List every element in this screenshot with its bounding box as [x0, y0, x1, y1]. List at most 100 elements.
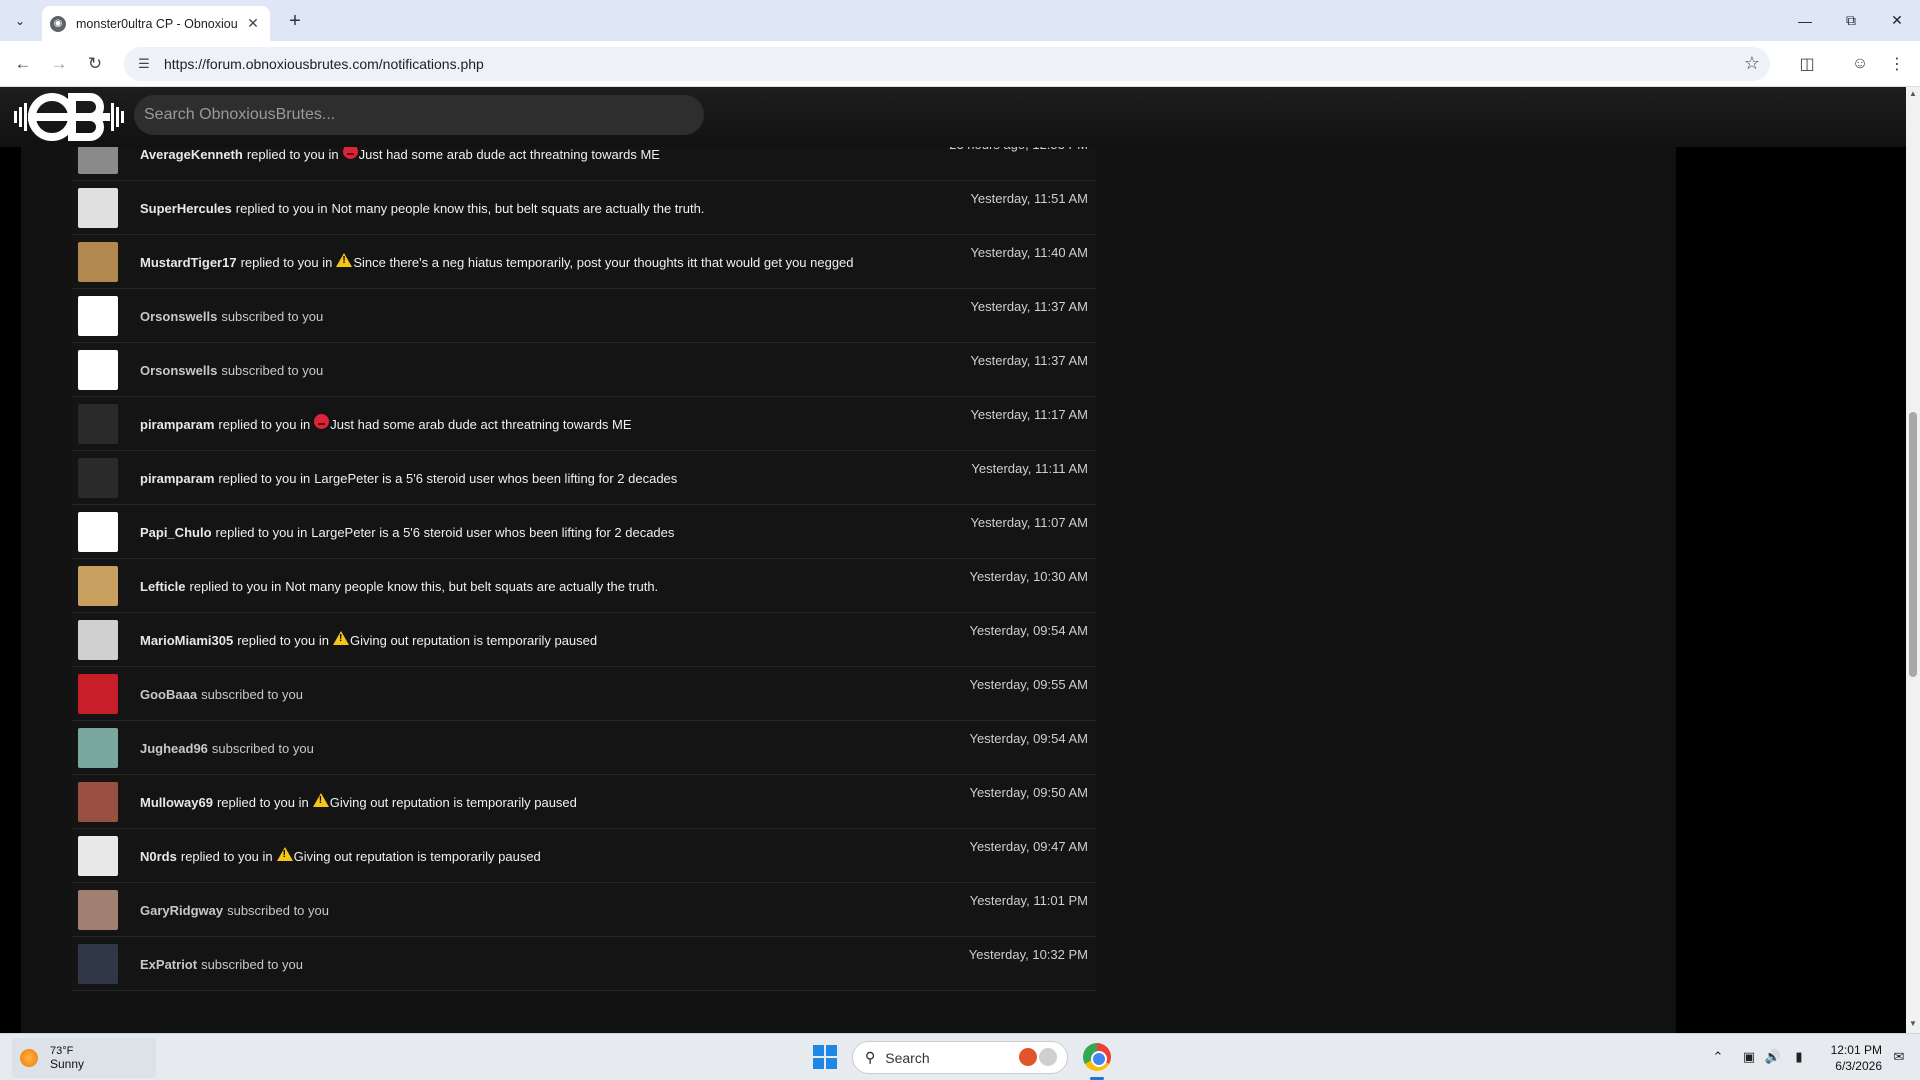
user-avatar[interactable]: [78, 944, 118, 984]
battery-icon[interactable]: ▮: [1790, 1048, 1808, 1066]
notification-thread-link[interactable]: Since there's a neg hiatus temporarily, …: [353, 255, 853, 270]
minimize-icon[interactable]: —: [1782, 0, 1828, 41]
notification-username[interactable]: Papi_Chulo: [140, 525, 212, 540]
menu-kebab-icon[interactable]: ⋮: [1886, 53, 1908, 75]
notification-username[interactable]: Mulloway69: [140, 795, 213, 810]
site-info-icon[interactable]: ☰: [130, 50, 158, 78]
notification-row[interactable]: N0rdsreplied to you in Giving out reputat…: [72, 829, 1096, 883]
extensions-icon[interactable]: ◫: [1796, 53, 1818, 75]
notification-timestamp: 23 hours ago, 12:53 PM: [949, 147, 1088, 152]
notification-text: Mulloway69replied to you in Giving out re…: [140, 775, 577, 829]
forward-icon[interactable]: →: [47, 52, 71, 76]
notification-username[interactable]: GaryRidgway: [140, 903, 223, 918]
user-avatar[interactable]: [78, 242, 118, 282]
address-bar[interactable]: ☰ https://forum.obnoxiousbrutes.com/noti…: [124, 47, 1770, 81]
user-avatar[interactable]: [78, 350, 118, 390]
user-avatar[interactable]: [78, 404, 118, 444]
notification-row[interactable]: MustardTiger17replied to you in Since the…: [72, 235, 1096, 289]
notification-username[interactable]: GooBaaa: [140, 687, 197, 702]
notification-username[interactable]: Lefticle: [140, 579, 186, 594]
site-logo[interactable]: [14, 93, 124, 141]
notification-username[interactable]: piramparam: [140, 471, 214, 486]
notification-row[interactable]: Jughead96 subscribed to you Yesterday, 09:…: [72, 721, 1096, 775]
windows-start-icon[interactable]: [813, 1045, 837, 1069]
user-avatar[interactable]: [78, 890, 118, 930]
notification-row[interactable]: Mulloway69replied to you in Giving out re…: [72, 775, 1096, 829]
site-search-input[interactable]: [134, 95, 704, 135]
notification-row[interactable]: Orsonswells subscribed to you Yesterday, 1…: [72, 343, 1096, 397]
notification-thread-link[interactable]: Giving out reputation is temporarily pau…: [350, 633, 597, 648]
close-window-icon[interactable]: ✕: [1874, 0, 1920, 41]
network-icon[interactable]: ▣: [1740, 1048, 1758, 1066]
user-avatar[interactable]: [78, 836, 118, 876]
reload-icon[interactable]: ↻: [83, 52, 107, 76]
user-avatar[interactable]: [78, 188, 118, 228]
notification-row[interactable]: MarioMiami305 replied to you in Giving out…: [72, 613, 1096, 667]
notification-row[interactable]: ExPatriot subscribed to you Yesterday, 10:…: [72, 937, 1096, 991]
notification-thread-link[interactable]: Giving out reputation is temporarily pau…: [330, 795, 577, 810]
user-avatar[interactable]: [78, 674, 118, 714]
notification-username[interactable]: N0rds: [140, 849, 177, 864]
notification-bell-icon[interactable]: ✉: [1890, 1048, 1908, 1066]
notification-row[interactable]: SuperHercules replied to you in Not many p…: [72, 181, 1096, 235]
user-avatar[interactable]: [78, 296, 118, 336]
chrome-taskbar-icon[interactable]: [1083, 1043, 1111, 1071]
notification-username[interactable]: SuperHercules: [140, 201, 232, 216]
user-avatar[interactable]: [78, 566, 118, 606]
page-scrollbar[interactable]: ▲ ▼: [1906, 87, 1920, 1033]
notification-username[interactable]: MustardTiger17: [140, 255, 237, 270]
tab-search-chevron-icon[interactable]: ⌄: [8, 10, 32, 32]
browser-tab-bar: ⌄ ◉ monster0ultra CP - ObnoxiousB ✕ + — …: [0, 0, 1920, 41]
scroll-up-arrow-icon[interactable]: ▲: [1908, 89, 1918, 101]
back-icon[interactable]: ←: [11, 52, 35, 76]
notification-row[interactable]: GooBaaa subscribed to you Yesterday, 09:55…: [72, 667, 1096, 721]
weather-widget[interactable]: 73°F Sunny: [12, 1038, 156, 1078]
browser-tab-active[interactable]: ◉ monster0ultra CP - ObnoxiousB ✕: [42, 6, 270, 41]
notification-thread-link[interactable]: Just had some arab dude act threatning t…: [330, 417, 631, 432]
scroll-down-arrow-icon[interactable]: ▼: [1908, 1019, 1918, 1031]
notification-timestamp: Yesterday, 10:32 PM: [968, 947, 1088, 962]
scrollbar-thumb[interactable]: [1909, 412, 1917, 677]
url-text[interactable]: https://forum.obnoxiousbrutes.com/notifi…: [164, 56, 484, 72]
notification-row[interactable]: Orsonswells subscribed to you Yesterday, 1…: [72, 289, 1096, 343]
notification-thread-link[interactable]: LargePeter is a 5'6 steroid user whos be…: [311, 525, 674, 540]
notification-username[interactable]: Orsonswells: [140, 309, 217, 324]
tray-overflow-chevron-icon[interactable]: ⌃: [1709, 1048, 1727, 1066]
volume-icon[interactable]: 🔊: [1764, 1048, 1782, 1066]
new-tab-button[interactable]: +: [282, 9, 308, 33]
weather-description: Sunny: [50, 1057, 85, 1071]
notification-row[interactable]: Lefticle replied to you in Not many people…: [72, 559, 1096, 613]
notification-username[interactable]: ExPatriot: [140, 957, 197, 972]
notification-username[interactable]: Jughead96: [140, 741, 208, 756]
user-avatar[interactable]: [78, 458, 118, 498]
notification-text: N0rdsreplied to you in Giving out reputat…: [140, 829, 541, 883]
notification-timestamp: Yesterday, 10:30 AM: [969, 569, 1088, 584]
taskbar-search-box[interactable]: ⚲ Search: [852, 1041, 1068, 1074]
notification-row[interactable]: piramparam replied to you in Just had some…: [72, 397, 1096, 451]
clock-time: 12:01 PM: [1830, 1043, 1882, 1057]
notification-thread-link[interactable]: Just had some arab dude act threatning t…: [359, 147, 660, 162]
notification-thread-link[interactable]: Not many people know this, but belt squa…: [285, 579, 658, 594]
notification-thread-link[interactable]: Not many people know this, but belt squa…: [332, 201, 705, 216]
user-avatar[interactable]: [78, 620, 118, 660]
notification-thread-link[interactable]: Giving out reputation is temporarily pau…: [294, 849, 541, 864]
notification-text: GooBaaa subscribed to you: [140, 667, 303, 721]
notification-row[interactable]: Papi_Chulo replied to you in LargePeter is…: [72, 505, 1096, 559]
notification-username[interactable]: Orsonswells: [140, 363, 217, 378]
notification-username[interactable]: piramparam: [140, 417, 214, 432]
user-avatar[interactable]: [78, 512, 118, 552]
notification-username[interactable]: AverageKenneth: [140, 147, 243, 162]
bookmark-star-icon[interactable]: ☆: [1744, 53, 1760, 74]
taskbar-clock[interactable]: 12:01 PM 6/3/2026: [1810, 1042, 1882, 1074]
restore-icon[interactable]: ⧉: [1828, 0, 1874, 41]
notification-row[interactable]: GaryRidgway subscribed to you Yesterday, 1…: [72, 883, 1096, 937]
notification-row[interactable]: AverageKenneth replied to you in Just had …: [72, 147, 1096, 181]
user-avatar[interactable]: [78, 147, 118, 174]
profile-icon[interactable]: ☺: [1849, 53, 1871, 75]
notification-username[interactable]: MarioMiami305: [140, 633, 233, 648]
user-avatar[interactable]: [78, 728, 118, 768]
user-avatar[interactable]: [78, 782, 118, 822]
notification-row[interactable]: piramparam replied to you in LargePeter is…: [72, 451, 1096, 505]
notification-thread-link[interactable]: LargePeter is a 5'6 steroid user whos be…: [314, 471, 677, 486]
close-tab-icon[interactable]: ✕: [244, 15, 262, 33]
